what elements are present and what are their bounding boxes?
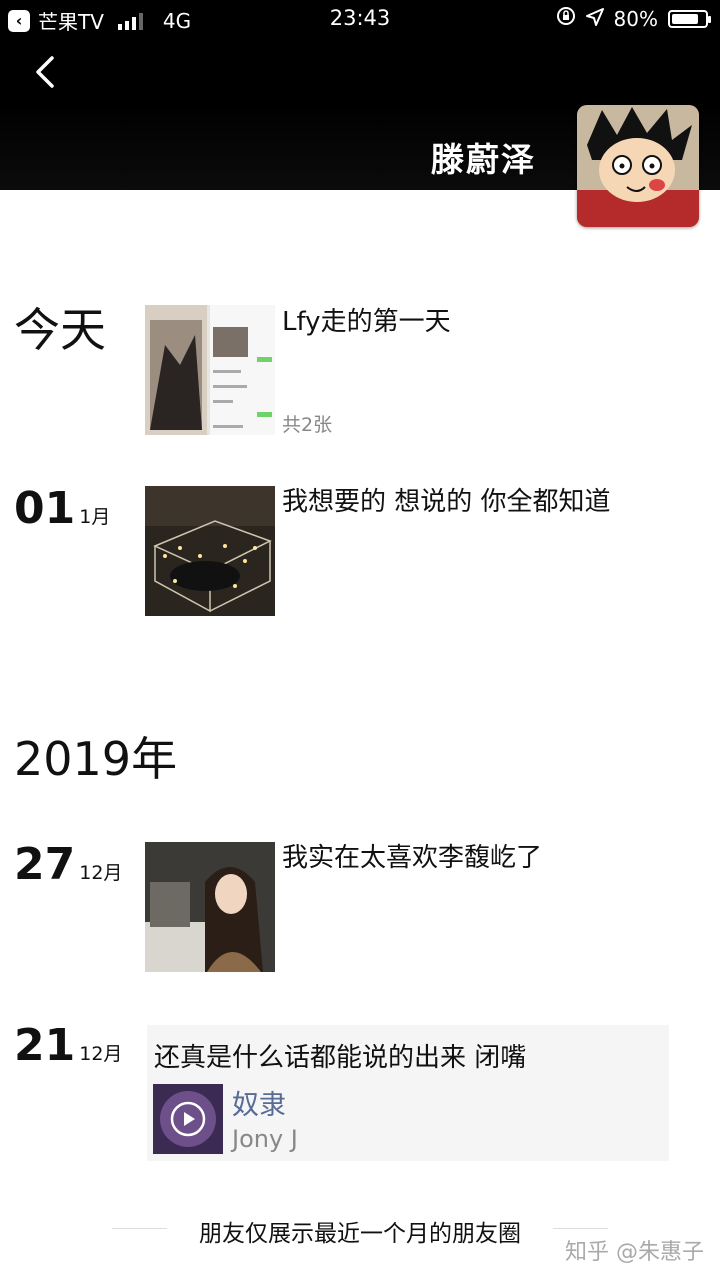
profile-name: 滕蔚泽 xyxy=(431,140,536,179)
music-cover[interactable] xyxy=(153,1084,223,1154)
today-label: 今天 xyxy=(14,303,106,357)
post-thumbnail[interactable] xyxy=(145,305,275,435)
post-text[interactable]: 还真是什么话都能说的出来 闭嘴 xyxy=(154,1037,526,1074)
battery-percent: 80% xyxy=(613,6,658,31)
watermark: 知乎 @朱惠子 xyxy=(565,1240,704,1265)
post-date: 21 12月 xyxy=(14,1024,122,1068)
status-bar: ‹ 芒果TV 4G 23:43 80% xyxy=(0,0,720,38)
portrait-photo-image xyxy=(145,842,275,972)
rotation-lock-icon xyxy=(556,6,576,31)
photo-count: 共2张 xyxy=(282,414,333,436)
battery-fill xyxy=(672,13,698,24)
music-artist: Jony J xyxy=(232,1125,298,1153)
post-day: 01 xyxy=(14,483,76,534)
chevron-left-icon xyxy=(36,56,54,88)
avatar[interactable] xyxy=(577,105,699,227)
year-label: 2019年 xyxy=(14,732,178,786)
post-day: 27 xyxy=(14,839,76,890)
battery-icon xyxy=(668,9,711,28)
post-date: 27 12月 xyxy=(14,843,122,887)
back-button[interactable] xyxy=(26,52,66,92)
post-text[interactable]: Lfy走的第一天 xyxy=(282,306,451,340)
post-text[interactable]: 我实在太喜欢李馥屹了 xyxy=(282,842,542,876)
photo-collage-image xyxy=(145,305,275,435)
play-icon xyxy=(153,1084,223,1154)
post-month: 1月 xyxy=(79,506,111,528)
post-text[interactable]: 我想要的 想说的 你全都知道 xyxy=(282,486,611,520)
glass-box-lights-image xyxy=(145,486,275,616)
music-share-card[interactable]: 还真是什么话都能说的出来 闭嘴 奴隶 Jony J xyxy=(147,1025,669,1161)
music-title: 奴隶 xyxy=(232,1090,286,1121)
post-month: 12月 xyxy=(79,1043,123,1065)
location-arrow-icon xyxy=(585,7,604,31)
post-thumbnail[interactable] xyxy=(145,842,275,972)
post-month: 12月 xyxy=(79,862,123,884)
post-date: 01 1月 xyxy=(14,487,110,531)
post-day: 21 xyxy=(14,1020,76,1071)
divider xyxy=(553,1228,608,1229)
post-thumbnail[interactable] xyxy=(145,486,275,616)
